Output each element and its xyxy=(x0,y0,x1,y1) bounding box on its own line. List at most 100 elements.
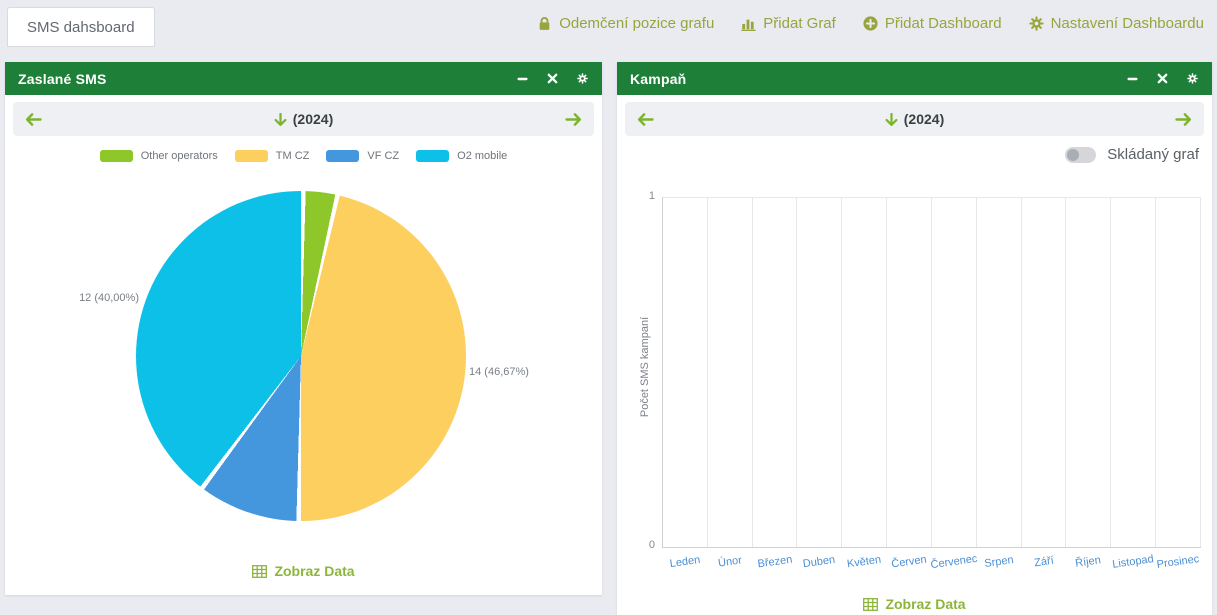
grid-column: Prosinec xyxy=(1156,198,1201,547)
x-tick-label: Srpen xyxy=(983,554,1014,570)
year-value: (2024) xyxy=(293,111,333,127)
show-data-label: Zobraz Data xyxy=(274,563,354,579)
x-tick-label: Březen xyxy=(756,554,792,571)
dashboard-actions: Odemčení pozice grafu Přidat Graf Přidat… xyxy=(537,0,1204,46)
legend-item[interactable]: O2 mobile xyxy=(416,150,507,162)
x-tick-label: Duben xyxy=(803,554,837,570)
grid-column: Leden xyxy=(663,198,708,547)
minus-icon xyxy=(1127,77,1138,81)
show-data-label: Zobraz Data xyxy=(885,596,965,612)
grid-column: Září xyxy=(1022,198,1067,547)
pie-legend: Other operators TM CZ VF CZ O2 mobile xyxy=(5,150,602,162)
link-label: Nastavení Dashboardu xyxy=(1051,15,1204,32)
panel-header: Kampaň xyxy=(617,62,1212,95)
plus-circle-icon xyxy=(863,16,878,31)
arrow-left-icon xyxy=(25,113,42,126)
year-navigation: (2024) xyxy=(13,102,594,136)
x-tick-label: Květen xyxy=(846,554,882,571)
legend-label: TM CZ xyxy=(276,150,310,162)
grid-column: Červenec xyxy=(932,198,977,547)
stacked-graph-toggle[interactable] xyxy=(1065,147,1096,163)
legend-swatch xyxy=(100,150,133,162)
grid-column: Červen xyxy=(887,198,932,547)
panel-kampan: Kampaň (2024) Skládaný graf xyxy=(617,62,1212,615)
link-label: Přidat Dashboard xyxy=(885,15,1002,32)
pie-chart[interactable] xyxy=(136,191,466,521)
toggle-label: Skládaný graf xyxy=(1107,146,1199,163)
arrow-down-icon xyxy=(274,113,287,126)
y-tick-label: 0 xyxy=(631,539,655,551)
panel-settings-button[interactable] xyxy=(1185,72,1199,86)
arrow-right-icon xyxy=(565,113,582,126)
minimize-button[interactable] xyxy=(1125,72,1139,86)
x-tick-label: Říjen xyxy=(1075,554,1102,569)
gear-icon xyxy=(1029,16,1044,31)
arrow-right-icon xyxy=(1175,113,1192,126)
sms-dashboard-screen: SMS dahsboard Odemčení pozice grafu Přid… xyxy=(0,0,1217,615)
panel-title: Kampaň xyxy=(630,71,686,87)
close-icon xyxy=(547,73,558,84)
next-year-button[interactable] xyxy=(1175,113,1192,126)
x-tick-label: Září xyxy=(1033,555,1054,570)
previous-year-button[interactable] xyxy=(637,113,654,126)
window-controls xyxy=(515,72,589,86)
close-button[interactable] xyxy=(1155,72,1169,86)
gear-icon xyxy=(577,73,588,84)
legend-label: VF CZ xyxy=(367,150,399,162)
year-selector[interactable]: (2024) xyxy=(685,111,1144,127)
year-value: (2024) xyxy=(904,111,944,127)
legend-label: Other operators xyxy=(141,150,218,162)
pie-slice-label: 14 (46,67%) xyxy=(469,366,579,378)
grid-column: Srpen xyxy=(977,198,1022,547)
window-controls xyxy=(1125,72,1199,86)
y-tick-label: 1 xyxy=(631,190,655,202)
legend-swatch xyxy=(416,150,449,162)
tab-sms-dashboard[interactable]: SMS dahsboard xyxy=(7,7,155,47)
add-graph-link[interactable]: Přidat Graf xyxy=(741,15,836,32)
grid-column: Květen xyxy=(842,198,887,547)
panel-header: Zaslané SMS xyxy=(5,62,602,95)
year-selector[interactable]: (2024) xyxy=(73,111,534,127)
x-tick-label: Únor xyxy=(717,554,742,569)
bar-chart-icon xyxy=(741,16,756,31)
add-dashboard-link[interactable]: Přidat Dashboard xyxy=(863,15,1002,32)
legend-item[interactable]: VF CZ xyxy=(326,150,399,162)
y-axis-label: Počet SMS kampaní xyxy=(639,267,651,467)
arrow-left-icon xyxy=(637,113,654,126)
link-label: Přidat Graf xyxy=(763,15,836,32)
lock-icon xyxy=(537,16,552,31)
legend-swatch xyxy=(235,150,268,162)
toggle-knob xyxy=(1067,149,1079,161)
minimize-button[interactable] xyxy=(515,72,529,86)
arrow-down-icon xyxy=(885,113,898,126)
bar-chart-plot: LedenÚnorBřezenDubenKvětenČervenČervenec… xyxy=(662,197,1201,548)
legend-item[interactable]: Other operators xyxy=(100,150,218,162)
show-data-button[interactable]: Zobraz Data xyxy=(5,563,602,579)
stacked-graph-toggle-row: Skládaný graf xyxy=(1065,146,1199,163)
x-tick-label: Listopad xyxy=(1112,553,1155,571)
table-icon xyxy=(252,565,267,578)
previous-year-button[interactable] xyxy=(25,113,42,126)
grid-column: Říjen xyxy=(1066,198,1111,547)
panel-title: Zaslané SMS xyxy=(18,71,107,87)
dashboard-settings-link[interactable]: Nastavení Dashboardu xyxy=(1029,15,1204,32)
legend-label: O2 mobile xyxy=(457,150,507,162)
show-data-button[interactable]: Zobraz Data xyxy=(617,596,1212,612)
tab-label: SMS dahsboard xyxy=(27,19,135,36)
link-label: Odemčení pozice grafu xyxy=(559,15,714,32)
close-icon xyxy=(1157,73,1168,84)
grid-column: Listopad xyxy=(1111,198,1156,547)
grid-column: Duben xyxy=(797,198,842,547)
legend-swatch xyxy=(326,150,359,162)
table-icon xyxy=(863,598,878,611)
panel-zaslane-sms: Zaslané SMS (2024) Other xyxy=(5,62,602,595)
close-button[interactable] xyxy=(545,72,559,86)
grid-column: Únor xyxy=(708,198,753,547)
gear-icon xyxy=(1187,73,1198,84)
minus-icon xyxy=(517,77,528,81)
unlock-chart-position-link[interactable]: Odemčení pozice grafu xyxy=(537,15,714,32)
next-year-button[interactable] xyxy=(565,113,582,126)
legend-item[interactable]: TM CZ xyxy=(235,150,310,162)
x-tick-label: Leden xyxy=(669,554,701,570)
panel-settings-button[interactable] xyxy=(575,72,589,86)
